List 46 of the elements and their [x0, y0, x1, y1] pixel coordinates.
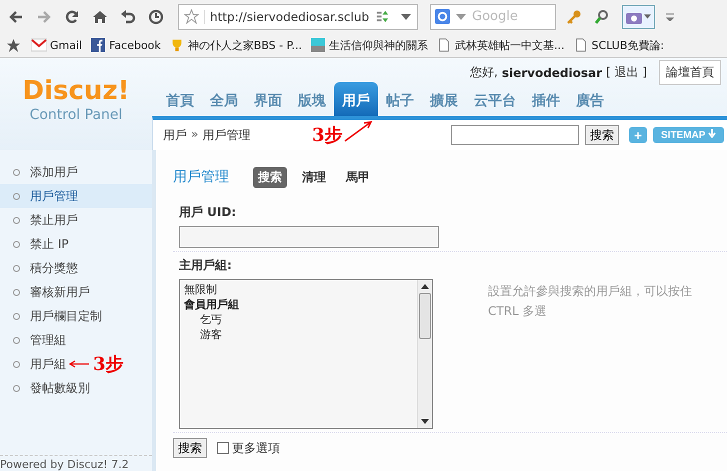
logo-text: Discuz! [22, 76, 130, 106]
bookmark-link[interactable]: 生活信仰與神的關系 [310, 38, 428, 52]
sidebar-item[interactable]: 禁止 IP [0, 232, 152, 256]
sidebar-item[interactable]: 用戶組 3步 [0, 352, 152, 376]
content-tab[interactable]: 馬甲 [341, 166, 375, 188]
list-option[interactable]: 無限制 [184, 282, 413, 297]
username-link[interactable]: siervodediosar [502, 66, 602, 80]
list-option[interactable]: 乞丐 [184, 312, 413, 327]
sidebar-item[interactable]: 審核新用戶 [0, 280, 152, 304]
content-tab[interactable]: 搜索 [253, 166, 287, 188]
annotation-text: 3步 [93, 353, 124, 376]
list-option[interactable]: 會員用戶組 [184, 297, 413, 312]
address-bar[interactable]: http://siervodediosar.sclub [178, 4, 418, 30]
sidebar-item[interactable]: 用戶欄目定制 [0, 304, 152, 328]
breadcrumb-link[interactable]: 用戶 [163, 126, 187, 144]
field-label: 主用戶組: [178, 257, 233, 274]
group-listbox[interactable]: 無限制 會員用戶組 乞丐 游客 [179, 279, 433, 429]
bookmark-link[interactable]: 神の仆人之家BBS - P... [168, 38, 302, 52]
annotation-text: 3步 [312, 126, 343, 146]
more-options-checkbox[interactable]: 更多選項 [217, 440, 280, 456]
page-title: 用戶管理 [173, 168, 229, 186]
bookmark-link[interactable]: Facebook [90, 38, 161, 52]
sidebar-item[interactable]: 禁止用戶 [0, 208, 152, 232]
search-field[interactable]: Google [430, 4, 556, 30]
sidebar-item[interactable]: 添加用戶 [0, 160, 152, 184]
sidebar-item[interactable]: 積分獎懲 [0, 256, 152, 280]
list-option[interactable]: 游客 [184, 327, 413, 342]
hint-text: 設置允許參與搜索的用戶組，可以按住 CTRL 多選 [488, 283, 693, 320]
breadcrumb-separator: » [191, 126, 198, 142]
footer-text: Powered by Discuz! 7.2 [0, 455, 152, 471]
bookmark-link[interactable]: Gmail [31, 38, 82, 52]
breadcrumb-link[interactable]: 用戶管理 [202, 126, 250, 144]
sidebar-item[interactable]: 管理組 [0, 328, 152, 352]
bookmark-link[interactable]: SCLUB免費論: [572, 38, 664, 52]
search-button[interactable]: 搜索 [173, 438, 207, 458]
search-button[interactable]: 搜索 [585, 125, 619, 145]
sidebar-item[interactable]: 發帖數級別 [0, 376, 152, 400]
nav-tab[interactable]: 用戶 [334, 82, 378, 116]
logout-link[interactable]: [ 退出 ] [606, 64, 648, 81]
bookmark-link[interactable]: 武林英雄帖一中文基... [436, 38, 565, 52]
sidebar-item[interactable]: 用戶管理 [0, 184, 152, 208]
content-tab[interactable]: 清理 [297, 166, 331, 188]
logo-subtitle: Control Panel [30, 106, 122, 124]
field-label: 用戶 UID: [178, 204, 238, 221]
forum-home-link[interactable]: 論壇首頁 [659, 60, 722, 85]
greeting-text: 您好, [470, 64, 498, 81]
